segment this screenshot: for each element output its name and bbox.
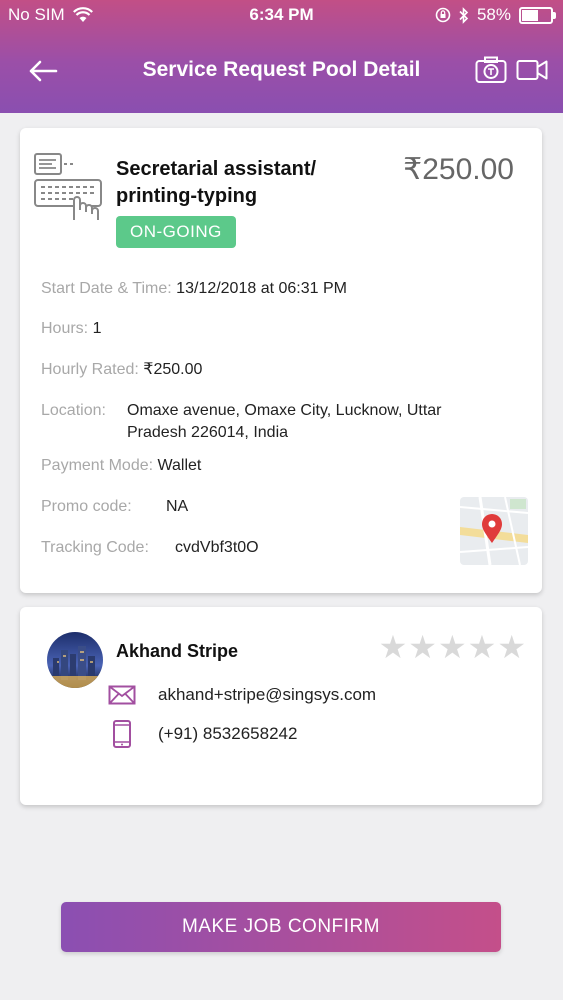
start-date-row: Start Date & Time: 13/12/2018 at 06:31 P… bbox=[41, 278, 347, 300]
tracking-code-value: cvdVbf3t0O bbox=[175, 539, 259, 556]
star-icon[interactable]: ★ bbox=[379, 631, 408, 663]
map-thumbnail[interactable] bbox=[460, 497, 528, 565]
hours-label: Hours: bbox=[41, 320, 89, 337]
service-title: Secretarial assistant/ printing-typing bbox=[116, 158, 317, 207]
bluetooth-icon bbox=[459, 6, 469, 24]
hours-row: Hours: 1 bbox=[41, 318, 101, 340]
make-job-confirm-button[interactable]: MAKE JOB CONFIRM bbox=[61, 902, 501, 952]
promo-code-value: NA bbox=[166, 498, 189, 515]
camera-icon[interactable] bbox=[475, 56, 507, 84]
provider-card: Akhand Stripe ★ ★ ★ ★ ★ akhand+stripe@singsy… bbox=[20, 607, 542, 805]
app-header: No SIM 6:34 PM 58% Service Request Pool … bbox=[0, 0, 563, 113]
mobile-phone-icon bbox=[113, 720, 131, 748]
star-icon[interactable]: ★ bbox=[468, 631, 497, 663]
payment-mode-value: Wallet bbox=[157, 457, 202, 474]
tracking-code-label: Tracking Code: bbox=[41, 539, 149, 556]
location-value: Omaxe avenue, Omaxe City, Lucknow, Uttar… bbox=[127, 402, 442, 441]
keyboard-typing-icon bbox=[34, 153, 102, 220]
hourly-rate-row: Hourly Rated: ₹250.00 bbox=[41, 359, 202, 381]
provider-email[interactable]: akhand+stripe@singsys.com bbox=[158, 685, 376, 705]
mail-icon bbox=[108, 685, 136, 705]
tracking-code-row: Tracking Code: bbox=[41, 537, 149, 559]
star-icon[interactable]: ★ bbox=[408, 631, 437, 663]
location-label: Location: bbox=[41, 402, 106, 419]
phone-row: (+91) 8532658242 bbox=[108, 720, 297, 748]
payment-mode-label: Payment Mode: bbox=[41, 457, 154, 474]
service-price: ₹250.00 bbox=[403, 153, 514, 186]
status-right: 58% bbox=[435, 5, 556, 25]
orientation-lock-icon bbox=[435, 7, 451, 23]
start-date-label: Start Date & Time: bbox=[41, 280, 172, 297]
start-date-value: 13/12/2018 at 06:31 PM bbox=[176, 280, 347, 297]
battery-percent: 58% bbox=[476, 5, 511, 24]
promo-code-label: Promo code: bbox=[41, 498, 132, 515]
promo-code-row: Promo code: bbox=[41, 496, 132, 518]
provider-name: Akhand Stripe bbox=[116, 641, 239, 661]
hours-value: 1 bbox=[92, 320, 102, 337]
star-icon[interactable]: ★ bbox=[497, 631, 526, 663]
nav-bar: Service Request Pool Detail bbox=[0, 52, 563, 92]
status-badge: ON-GOING bbox=[116, 216, 236, 248]
rating-stars[interactable]: ★ ★ ★ ★ ★ bbox=[379, 631, 526, 663]
status-bar: No SIM 6:34 PM 58% bbox=[0, 0, 563, 30]
star-icon[interactable]: ★ bbox=[438, 631, 467, 663]
avatar bbox=[47, 632, 103, 688]
hourly-rate-value: ₹250.00 bbox=[143, 361, 203, 378]
provider-phone[interactable]: (+91) 8532658242 bbox=[158, 724, 297, 744]
video-camera-icon[interactable] bbox=[516, 56, 548, 84]
location-row: Location: bbox=[41, 400, 106, 422]
battery-icon bbox=[519, 6, 556, 24]
hourly-rate-label: Hourly Rated: bbox=[41, 361, 139, 378]
service-detail-card: Secretarial assistant/ printing-typing ₹… bbox=[20, 128, 542, 593]
payment-mode-row: Payment Mode: Wallet bbox=[41, 455, 201, 477]
email-row: akhand+stripe@singsys.com bbox=[108, 685, 376, 705]
